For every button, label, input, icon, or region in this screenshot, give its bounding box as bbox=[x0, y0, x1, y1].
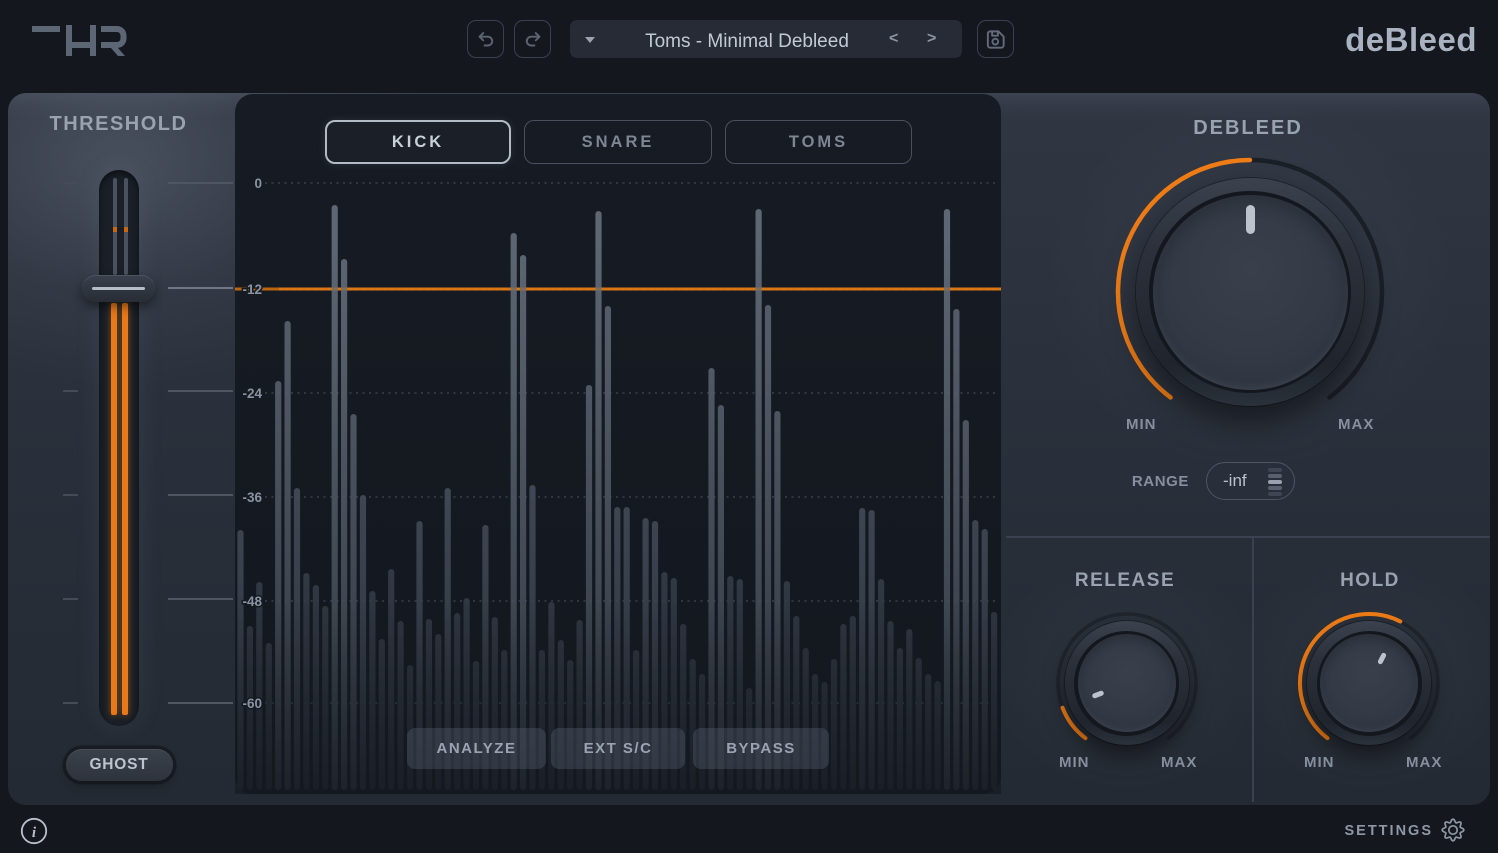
svg-text:-24: -24 bbox=[242, 386, 262, 401]
svg-text:-48: -48 bbox=[242, 594, 262, 609]
svg-text:i: i bbox=[32, 825, 37, 841]
svg-text:-60: -60 bbox=[242, 696, 262, 711]
svg-text:0: 0 bbox=[254, 176, 262, 191]
svg-text:-12: -12 bbox=[242, 282, 262, 297]
svg-text:-36: -36 bbox=[242, 490, 262, 505]
